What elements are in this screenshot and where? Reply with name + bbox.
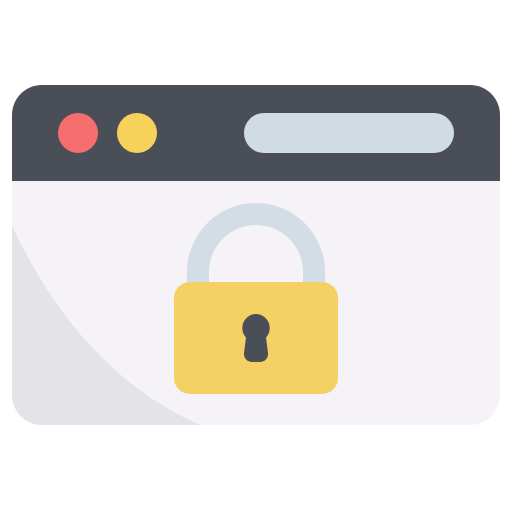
close-dot-icon xyxy=(58,113,98,153)
browser-window-icon xyxy=(12,85,500,425)
minimize-dot-icon xyxy=(117,113,157,153)
browser-lock-illustration xyxy=(0,0,512,512)
address-bar xyxy=(244,113,454,153)
keyhole-icon xyxy=(242,314,270,363)
